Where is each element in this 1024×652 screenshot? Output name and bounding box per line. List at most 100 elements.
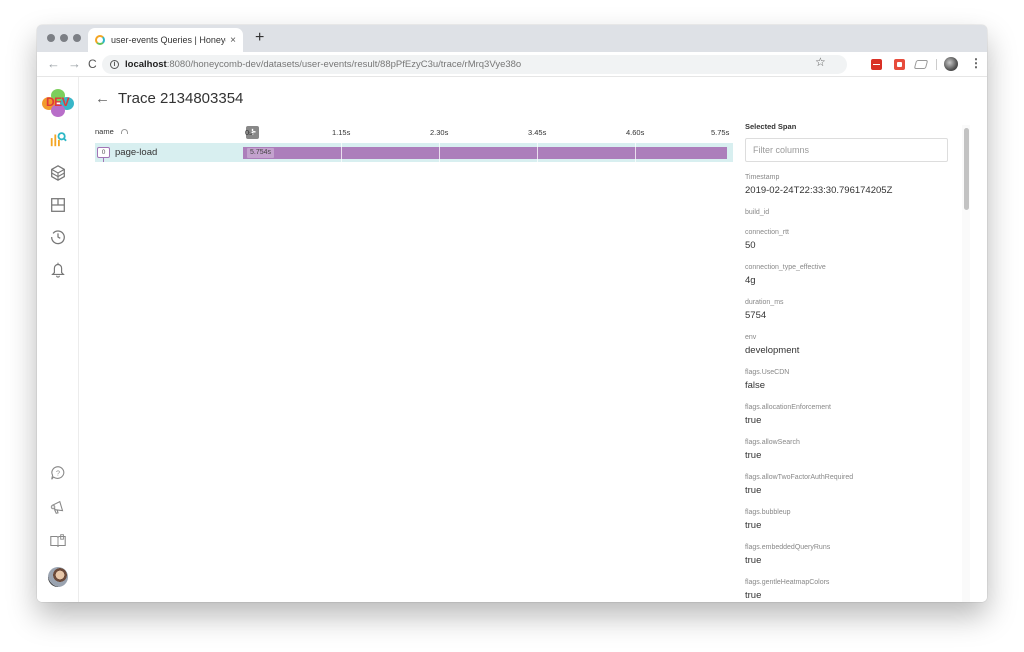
book-icon bbox=[50, 534, 66, 548]
sidebar-item-triggers[interactable] bbox=[48, 259, 68, 279]
browser-menu-icon[interactable]: ⋮ bbox=[970, 56, 982, 70]
field-key: connection_rtt bbox=[745, 229, 789, 236]
span-field[interactable]: flags.embeddedQueryRuns true bbox=[745, 543, 960, 567]
name-column-header[interactable]: name bbox=[95, 127, 128, 136]
close-window-button[interactable] bbox=[47, 34, 55, 42]
field-key: flags.UseCDN bbox=[745, 369, 790, 376]
dev-logo[interactable]: DEV bbox=[42, 89, 74, 117]
span-name: page-load bbox=[115, 147, 158, 158]
address-bar[interactable]: i localhost:8080/honeycomb-dev/datasets/… bbox=[102, 55, 847, 74]
profile-avatar-icon[interactable] bbox=[944, 57, 958, 71]
sidebar-item-datasets[interactable] bbox=[48, 163, 68, 183]
user-avatar[interactable] bbox=[48, 567, 68, 587]
filter-columns-input[interactable] bbox=[745, 138, 948, 162]
minimize-window-button[interactable] bbox=[60, 34, 68, 42]
span-field[interactable]: build_id bbox=[745, 208, 960, 217]
sidebar-item-docs[interactable] bbox=[48, 531, 68, 551]
close-tab-icon[interactable]: × bbox=[230, 35, 236, 46]
trace-header: name + 0s 1.15s 2.30s 3.45s 4.60s 5.75s bbox=[95, 126, 733, 142]
page-title: Trace 2134803354 bbox=[118, 90, 244, 107]
span-field[interactable]: flags.bubbleup true bbox=[745, 508, 960, 532]
help-icon: ? bbox=[51, 466, 65, 480]
sort-icon[interactable] bbox=[120, 129, 128, 134]
span-field[interactable]: flags.UseCDN false bbox=[745, 368, 960, 392]
span-field[interactable]: flags.allowSearch true bbox=[745, 438, 960, 462]
field-key: duration_ms bbox=[745, 299, 784, 306]
time-tick-label: 3.45s bbox=[528, 128, 547, 137]
field-value: true bbox=[745, 415, 762, 426]
field-key: flags.embeddedQueryRuns bbox=[745, 544, 831, 551]
toolbar-divider bbox=[936, 59, 937, 70]
field-key: flags.allowTwoFactorAuthRequired bbox=[745, 474, 854, 481]
back-arrow-icon[interactable]: ← bbox=[95, 90, 110, 107]
timeline-gridline bbox=[635, 143, 636, 162]
time-tick-label: 1.15s bbox=[332, 128, 351, 137]
tab-strip: user-events Queries | Honeycomb × + bbox=[37, 25, 987, 52]
field-value: 50 bbox=[745, 240, 756, 251]
span-field[interactable]: flags.gentleHeatmapColors true bbox=[745, 578, 960, 602]
megaphone-icon bbox=[50, 500, 64, 514]
sidebar-item-query[interactable] bbox=[48, 129, 68, 149]
field-value: 5754 bbox=[745, 310, 767, 321]
field-value: 2019-02-24T22:33:30.796174205Z bbox=[745, 185, 893, 196]
timeline-gridline bbox=[537, 143, 538, 162]
selected-span-panel: Selected Span Timestamp 2019-02-24T22:33:… bbox=[745, 122, 960, 602]
sidebar-item-announcements[interactable] bbox=[48, 497, 68, 517]
field-value: true bbox=[745, 590, 762, 601]
sidebar: DEV ? bbox=[37, 77, 79, 602]
extension-icon-2[interactable] bbox=[894, 59, 905, 70]
span-field[interactable]: connection_rtt 50 bbox=[745, 228, 960, 252]
field-key: build_id bbox=[745, 209, 770, 216]
span-field[interactable]: flags.allowTwoFactorAuthRequired true bbox=[745, 473, 960, 497]
reload-icon[interactable]: C bbox=[88, 57, 97, 71]
back-nav-icon[interactable]: ← bbox=[47, 56, 60, 71]
site-info-icon[interactable]: i bbox=[110, 60, 119, 69]
span-field[interactable]: flags.allocationEnforcement true bbox=[745, 403, 960, 427]
field-value: false bbox=[745, 380, 766, 391]
field-value: development bbox=[745, 345, 800, 356]
span-index-badge: 0 bbox=[97, 147, 110, 162]
field-value: 4g bbox=[745, 275, 756, 286]
tab-title: user-events Queries | Honeycomb bbox=[111, 35, 226, 45]
boards-icon bbox=[51, 198, 65, 212]
panel-scrollbar-thumb[interactable] bbox=[964, 128, 969, 210]
maximize-window-button[interactable] bbox=[73, 34, 81, 42]
bookmark-star-icon[interactable]: ☆ bbox=[815, 55, 826, 69]
field-value: true bbox=[745, 485, 762, 496]
name-column-label: name bbox=[95, 127, 114, 136]
timeline-gridline bbox=[439, 143, 440, 162]
time-tick-label: 4.60s bbox=[626, 128, 645, 137]
new-tab-button[interactable]: + bbox=[255, 29, 264, 47]
time-tick-label: 2.30s bbox=[430, 128, 449, 137]
sidebar-item-history[interactable] bbox=[48, 227, 68, 247]
span-field[interactable]: duration_ms 5754 bbox=[745, 298, 960, 322]
field-key: env bbox=[745, 334, 757, 341]
datasets-icon bbox=[51, 165, 65, 181]
browser-tab[interactable]: user-events Queries | Honeycomb × bbox=[88, 28, 243, 52]
field-key: flags.gentleHeatmapColors bbox=[745, 579, 830, 586]
span-bar[interactable]: 5.754s bbox=[243, 147, 727, 159]
url-text[interactable]: localhost:8080/honeycomb-dev/datasets/us… bbox=[125, 59, 521, 70]
sidebar-item-help[interactable]: ? bbox=[48, 463, 68, 483]
span-field[interactable]: connection_type_effective 4g bbox=[745, 263, 960, 287]
forward-nav-icon[interactable]: → bbox=[68, 56, 81, 71]
sidebar-item-boards[interactable] bbox=[48, 195, 68, 215]
panel-title: Selected Span bbox=[745, 122, 797, 131]
history-icon bbox=[51, 230, 65, 245]
field-key: flags.allocationEnforcement bbox=[745, 404, 831, 411]
extension-icon-1[interactable] bbox=[871, 59, 882, 70]
app-content: DEV ? ← Trace 2134803354 name + 0s 1.15s… bbox=[37, 77, 987, 602]
query-icon bbox=[50, 132, 67, 147]
bell-icon bbox=[51, 262, 65, 278]
svg-text:?: ? bbox=[56, 469, 60, 478]
timeline-gridline bbox=[341, 143, 342, 162]
field-value: true bbox=[745, 555, 762, 566]
span-field-list: Timestamp 2019-02-24T22:33:30.796174205Z b… bbox=[745, 173, 960, 602]
span-field[interactable]: env development bbox=[745, 333, 960, 357]
span-field[interactable]: Timestamp 2019-02-24T22:33:30.796174205Z bbox=[745, 173, 960, 197]
field-key: flags.allowSearch bbox=[745, 439, 800, 446]
time-tick-label: 5.75s bbox=[711, 128, 730, 137]
extension-icon-3[interactable] bbox=[913, 60, 929, 69]
field-value: true bbox=[745, 520, 762, 531]
honeycomb-favicon-icon bbox=[95, 35, 105, 45]
